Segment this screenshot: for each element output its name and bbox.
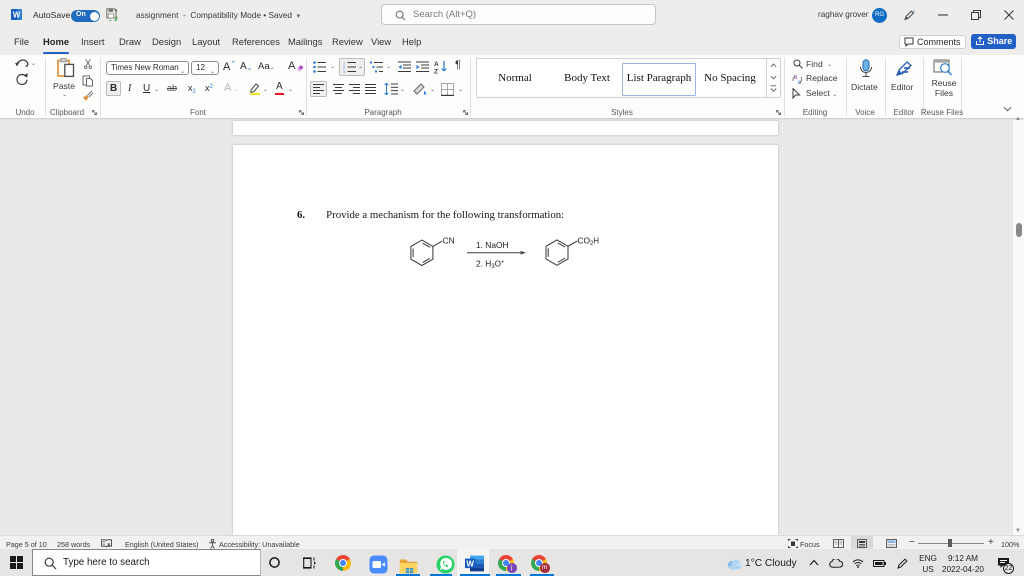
svg-text:Z: Z	[434, 69, 438, 75]
svg-text:2. H3O+: 2. H3O+	[476, 259, 504, 271]
svg-text:CN: CN	[443, 236, 455, 246]
svg-text:W: W	[466, 559, 474, 568]
svg-text:1: 1	[343, 62, 345, 66]
svg-text:3: 3	[343, 70, 345, 73]
svg-text:A: A	[434, 61, 439, 68]
svg-text:n: n	[115, 8, 118, 13]
svg-text:CO2H: CO2H	[577, 235, 599, 247]
svg-text:W: W	[13, 11, 21, 20]
svg-text:1. NaOH: 1. NaOH	[476, 240, 509, 250]
svg-text:s: s	[913, 9, 915, 14]
